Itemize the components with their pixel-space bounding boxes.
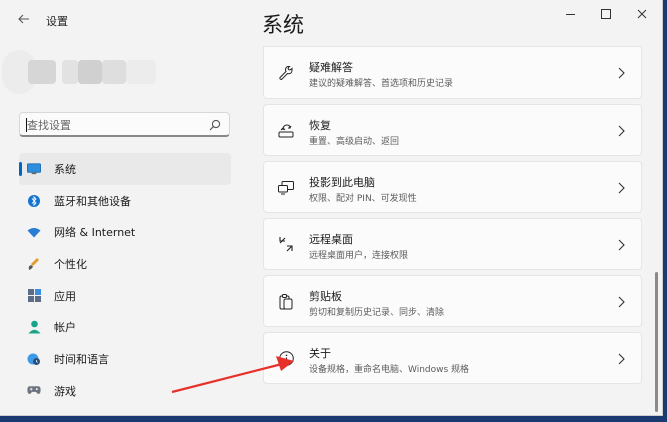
scrollbar[interactable] — [655, 272, 658, 412]
apps-icon — [27, 289, 41, 303]
page-title: 系统 — [262, 13, 304, 37]
clipboard-icon — [278, 293, 294, 310]
sidebar-item-accounts[interactable]: 帐户 — [19, 311, 231, 343]
card-project-to-pc[interactable]: 投影到此电脑 权限、配对 PIN、可发现性 — [263, 160, 642, 213]
gamepad-icon — [27, 384, 41, 398]
close-button[interactable] — [624, 4, 660, 24]
monitor-icon — [27, 162, 41, 176]
card-description: 设备规格，重命名电脑、Windows 规格 — [309, 364, 470, 375]
info-icon — [278, 351, 294, 367]
sidebar-item-label: 游戏 — [54, 384, 76, 398]
card-clipboard[interactable]: 剪贴板 剪切和复制历史记录、同步、清除 — [263, 274, 642, 327]
card-description: 剪切和复制历史记录、同步、清除 — [309, 307, 445, 318]
chevron-right-icon — [618, 125, 625, 136]
search-box[interactable] — [19, 112, 230, 137]
card-recovery[interactable]: 恢复 重置、高级启动、返回 — [263, 103, 642, 156]
card-description: 重置、高级启动、返回 — [309, 136, 400, 147]
project-icon — [278, 180, 294, 196]
close-icon — [637, 9, 647, 19]
remote-desktop-icon — [278, 237, 294, 253]
app-title: 设置 — [46, 15, 68, 28]
card-troubleshoot[interactable]: 疑难解答 建议的疑难解答、首选项和历史记录 — [263, 46, 642, 99]
chevron-right-icon — [618, 182, 625, 193]
chevron-right-icon — [618, 353, 625, 364]
minimize-button[interactable] — [552, 4, 588, 24]
settings-window: 设置 系统 蓝牙和其他设备 — [0, 0, 663, 416]
sidebar-item-apps[interactable]: 应用 — [19, 280, 231, 312]
search-input[interactable] — [27, 116, 202, 134]
brush-icon — [27, 257, 41, 271]
sidebar-item-time-language[interactable]: 时间和语言 — [19, 343, 231, 375]
sidebar-item-personalization[interactable]: 个性化 — [19, 248, 231, 280]
bluetooth-icon — [27, 194, 41, 208]
sidebar-item-network[interactable]: 网络 & Internet — [19, 216, 231, 248]
chevron-right-icon — [618, 239, 625, 250]
sidebar-item-gaming[interactable]: 游戏 — [19, 375, 231, 407]
sidebar-item-system[interactable]: 系统 — [19, 153, 231, 185]
back-button[interactable] — [12, 8, 36, 30]
card-description: 建议的疑难解答、首选项和历史记录 — [309, 79, 454, 89]
settings-card-list: 疑难解答 建议的疑难解答、首选项和历史记录 恢复 重置、高级启动、返回 投影到此… — [263, 46, 642, 389]
wifi-icon — [27, 225, 41, 239]
sidebar-item-label: 时间和语言 — [54, 352, 109, 366]
card-description: 权限、配对 PIN、可发现性 — [309, 193, 417, 204]
card-remote-desktop[interactable]: 远程桌面 远程桌面用户，连接权限 — [263, 217, 642, 270]
user-profile-blurred[interactable] — [2, 42, 172, 102]
sidebar-item-label: 蓝牙和其他设备 — [54, 194, 131, 208]
sidebar-item-label: 应用 — [54, 289, 76, 303]
sidebar-item-label: 网络 & Internet — [54, 226, 136, 240]
wrench-icon — [278, 65, 294, 81]
card-title: 投影到此电脑 — [309, 175, 375, 189]
card-description: 远程桌面用户，连接权限 — [309, 250, 409, 261]
sidebar-item-bluetooth[interactable]: 蓝牙和其他设备 — [19, 185, 231, 217]
recovery-icon — [278, 123, 294, 139]
globe-clock-icon — [27, 352, 41, 366]
chevron-right-icon — [618, 296, 625, 307]
card-about[interactable]: 关于 设备规格，重命名电脑、Windows 规格 — [263, 331, 642, 384]
sidebar-item-label: 系统 — [54, 162, 76, 176]
card-title: 剪贴板 — [309, 289, 342, 303]
chevron-right-icon — [618, 67, 625, 79]
card-title: 疑难解答 — [309, 61, 353, 74]
sidebar-item-label: 帐户 — [54, 321, 76, 335]
sidebar-item-label: 个性化 — [54, 257, 87, 271]
person-icon — [27, 320, 41, 334]
search-icon[interactable] — [209, 119, 221, 131]
back-arrow-icon — [18, 14, 29, 24]
card-title: 恢复 — [309, 118, 331, 132]
maximize-button[interactable] — [588, 4, 624, 24]
sidebar-nav: 系统 蓝牙和其他设备 网络 & Internet 个性化 应用 帐户 时间和语言… — [19, 153, 231, 407]
card-title: 关于 — [309, 346, 331, 360]
card-title: 远程桌面 — [309, 232, 353, 246]
